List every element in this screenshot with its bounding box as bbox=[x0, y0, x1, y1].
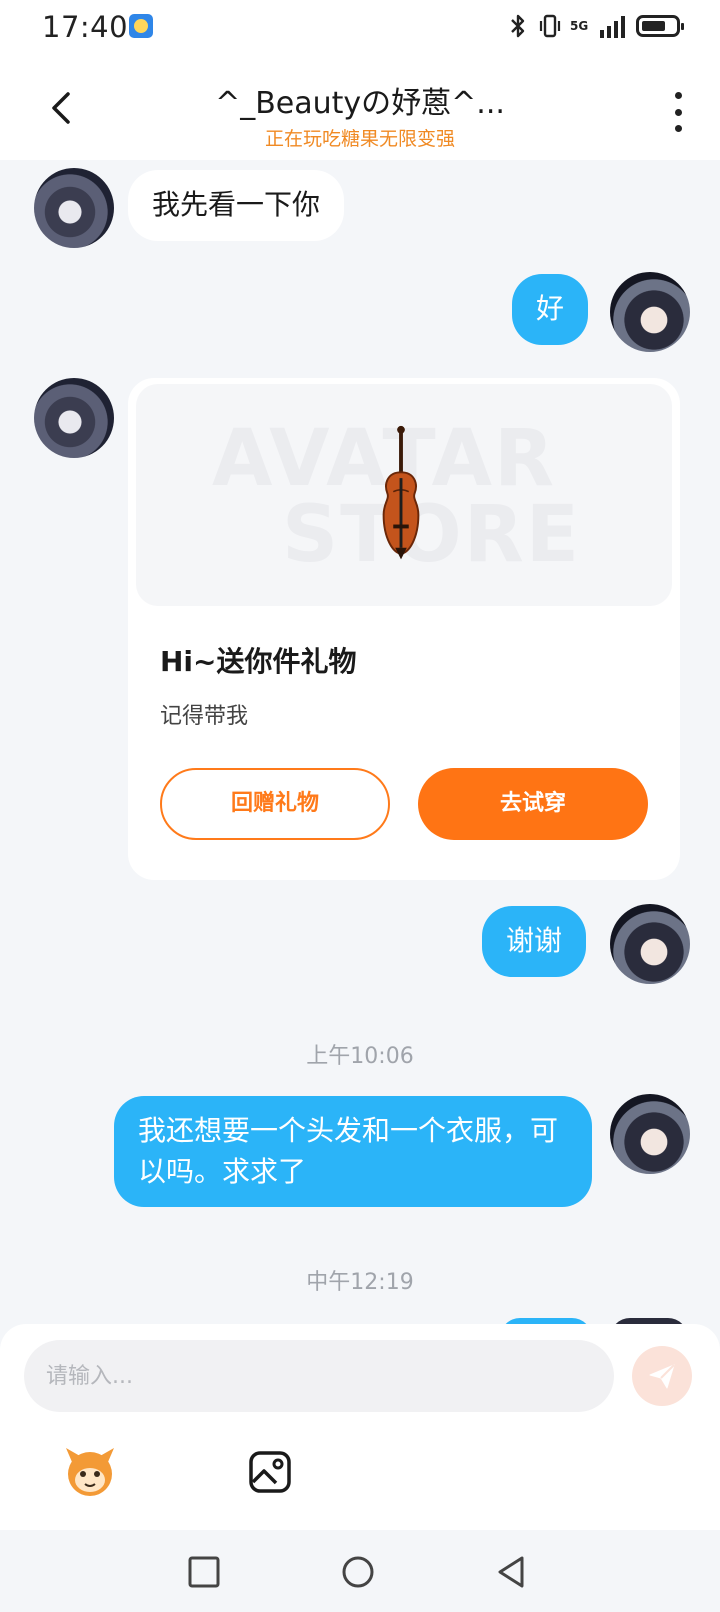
message-bubble-outgoing: 谢谢 bbox=[482, 906, 587, 977]
message-bubble-incoming: 我先看一下你 bbox=[128, 170, 345, 241]
more-options-icon[interactable] bbox=[670, 92, 686, 132]
bluetooth-icon bbox=[511, 14, 525, 38]
peer-avatar[interactable] bbox=[34, 378, 114, 458]
signal-icon bbox=[600, 16, 625, 38]
network-type: 5G bbox=[570, 19, 589, 33]
my-avatar[interactable] bbox=[610, 272, 690, 352]
message-input[interactable] bbox=[24, 1340, 614, 1412]
message-bubble-outgoing: 好 bbox=[512, 274, 589, 345]
status-bar: 17:40 5G bbox=[0, 0, 720, 56]
home-circle-icon[interactable] bbox=[340, 1554, 376, 1590]
vibrate-icon bbox=[539, 14, 561, 38]
back-arrow-icon[interactable] bbox=[42, 88, 82, 128]
message-composer bbox=[0, 1324, 720, 1530]
violin-icon bbox=[382, 425, 420, 560]
mascot-emoji-icon[interactable] bbox=[60, 1442, 120, 1502]
message-bubble-outgoing: 我还想要一个头发和一个衣服，可以吗。求求了 bbox=[114, 1096, 592, 1208]
image-picker-icon[interactable] bbox=[246, 1448, 294, 1496]
gift-description: 记得带我 bbox=[160, 704, 249, 729]
send-button[interactable] bbox=[632, 1346, 692, 1406]
back-triangle-icon[interactable] bbox=[494, 1554, 530, 1590]
recents-square-icon[interactable] bbox=[186, 1554, 222, 1590]
system-navigation-bar bbox=[0, 1530, 720, 1612]
status-time: 17:40 bbox=[42, 10, 129, 44]
gift-card[interactable]: AVATAR STORE Hi~送你件礼物 记得带我 回赠礼物 去试穿 bbox=[128, 378, 680, 880]
chat-title: ^_Beautyの妤蒽^... bbox=[215, 86, 505, 121]
message-timestamp: 中午12:19 bbox=[306, 1270, 414, 1295]
message-timestamp: 上午10:06 bbox=[306, 1044, 414, 1069]
my-avatar[interactable] bbox=[610, 1094, 690, 1174]
peer-avatar[interactable] bbox=[34, 168, 114, 248]
gift-image: AVATAR STORE bbox=[136, 384, 672, 606]
chat-header: ^_Beautyの妤蒽^... 正在玩吃糖果无限变强 bbox=[0, 56, 720, 160]
status-icons: 5G bbox=[506, 12, 684, 40]
gift-title: Hi~送你件礼物 bbox=[160, 645, 357, 678]
chat-subtitle: 正在玩吃糖果无限变强 bbox=[264, 128, 455, 150]
send-icon bbox=[649, 1364, 675, 1389]
return-gift-button[interactable]: 回赠礼物 bbox=[160, 768, 390, 840]
battery-icon bbox=[636, 15, 684, 37]
try-on-button[interactable]: 去试穿 bbox=[418, 768, 648, 840]
watermark-store: STORE bbox=[282, 490, 582, 580]
chat-title-block: ^_Beautyの妤蒽^... 正在玩吃糖果无限变强 bbox=[150, 78, 570, 151]
weather-icon bbox=[129, 14, 153, 38]
my-avatar[interactable] bbox=[610, 904, 690, 984]
